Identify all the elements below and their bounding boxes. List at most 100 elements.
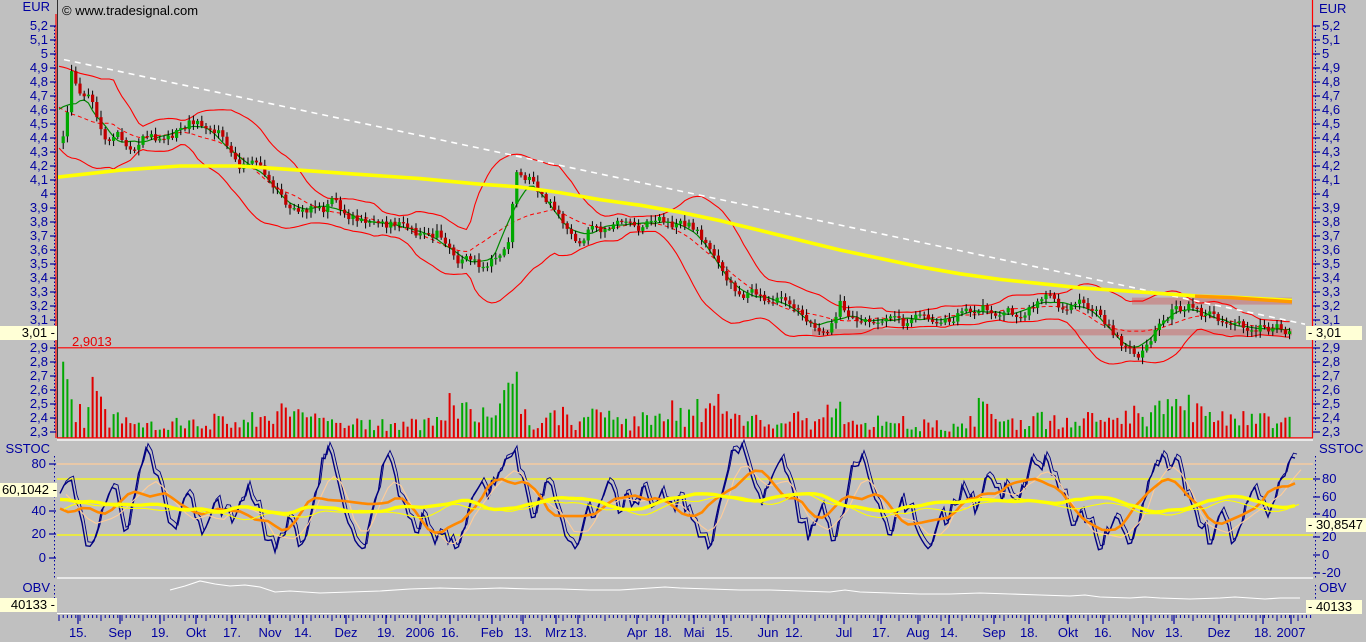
price-tick-label-left: 3,7 <box>0 229 48 243</box>
price-tick-label-left: 4,8 <box>0 75 48 89</box>
yellow-moving-average <box>57 166 1292 300</box>
x-axis-date-label: 13. <box>1158 626 1190 640</box>
x-axis-date-label: Okt <box>1052 626 1084 640</box>
sstoc-tick-label-right: 0 <box>1322 548 1329 562</box>
price-tick-label-left: 4,2 <box>0 159 48 173</box>
obv-value-label-right: - 40133 <box>1306 600 1362 614</box>
price-tick-label-left: 5 <box>0 47 48 61</box>
sstoc-tick-label-right: 40 <box>1322 507 1336 521</box>
price-tick-label-right: 2,8 <box>1322 355 1340 369</box>
price-tick-label-right: 3,1 <box>1322 313 1340 327</box>
x-axis-date-label: Dez <box>1203 626 1235 640</box>
x-axis-date-label: Nov <box>254 626 286 640</box>
chart-canvas[interactable] <box>0 0 1366 642</box>
x-axis-date-label: 12. <box>778 626 810 640</box>
x-axis-date-label: 15. <box>62 626 94 640</box>
copyright-text: © www.tradesignal.com <box>62 4 198 18</box>
price-tick-label-right: 3,8 <box>1322 215 1340 229</box>
x-axis-date-label: 15. <box>708 626 740 640</box>
x-axis-date-label: 18. <box>1013 626 1045 640</box>
x-axis-date-label: Mai <box>678 626 710 640</box>
price-tick-label-right: 3,3 <box>1322 285 1340 299</box>
price-tick-label-left: 2,4 <box>0 411 48 425</box>
x-axis-date-label: Sep <box>978 626 1010 640</box>
price-tick-label-left: 2,3 <box>0 425 48 439</box>
price-tick-label-left: 3,1 <box>0 313 48 327</box>
x-axis-date-label: 19. <box>370 626 402 640</box>
bollinger-upper-band <box>59 66 1290 321</box>
price-tick-label-right: 2,4 <box>1322 411 1340 425</box>
price-tick-label-right: 3,4 <box>1322 271 1340 285</box>
bollinger-middle-band <box>59 107 1290 331</box>
sstoc-tick-label-left: 0 <box>0 551 46 565</box>
sstoc-fast-line-2 <box>62 440 1297 548</box>
price-tick-label-left: 5,2 <box>0 19 48 33</box>
price-tick-label-left: 4,7 <box>0 89 48 103</box>
x-axis-date-label: Feb <box>476 626 508 640</box>
price-tick-label-right: 3,6 <box>1322 243 1340 257</box>
price-tick-label-right: 5,1 <box>1322 33 1340 47</box>
price-tick-label-left: 2,8 <box>0 355 48 369</box>
price-tick-label-right: 2,6 <box>1322 383 1340 397</box>
sstoc-tick-label-right: -20 <box>1322 566 1341 580</box>
price-tick-label-right: 2,7 <box>1322 369 1340 383</box>
price-tick-label-right: 4,6 <box>1322 103 1340 117</box>
x-axis-date-label: 17. <box>865 626 897 640</box>
price-tick-label-left: 2,9 <box>0 341 48 355</box>
price-tick-label-left: 4,6 <box>0 103 48 117</box>
sstoc-tick-label-right: 80 <box>1322 472 1336 486</box>
price-tick-label-left: 5,1 <box>0 33 48 47</box>
price-tick-label-left: 4,3 <box>0 145 48 159</box>
sstoc-tick-label-right: 60 <box>1322 490 1336 504</box>
white-dashed-trendline <box>64 60 1305 325</box>
price-tick-label-left: 4,1 <box>0 173 48 187</box>
x-axis-date-label: 17. <box>216 626 248 640</box>
sstoc-tick-label-left: 40 <box>0 504 46 518</box>
price-tick-label-left: 4 <box>0 187 48 201</box>
price-tick-label-left: 2,5 <box>0 397 48 411</box>
price-tick-label-right: 2,5 <box>1322 397 1340 411</box>
x-axis-date-label: 2007 <box>1275 626 1307 640</box>
price-tick-label-right: 5 <box>1322 47 1329 61</box>
left-axis-currency-label: EUR <box>0 0 50 14</box>
x-axis-date-label: 19. <box>144 626 176 640</box>
price-tick-label-right: 4,1 <box>1322 173 1340 187</box>
x-axis-date-label: Sep <box>104 626 136 640</box>
price-tick-label-right: 4,9 <box>1322 61 1340 75</box>
price-tick-label-left: 3,9 <box>0 201 48 215</box>
price-tick-label-right: 4,8 <box>1322 75 1340 89</box>
price-tick-label-left: 4,5 <box>0 117 48 131</box>
obv-panel-title-right: OBV <box>1319 581 1346 595</box>
price-tick-label-left: 3,6 <box>0 243 48 257</box>
price-tick-label-right: 2,9 <box>1322 341 1340 355</box>
x-axis-date-label: 13. <box>562 626 594 640</box>
price-tick-label-right: 3,5 <box>1322 257 1340 271</box>
price-tick-label-left: 3,5 <box>0 257 48 271</box>
x-axis-date-label: Aug <box>902 626 934 640</box>
obv-panel-title-left: OBV <box>0 581 50 595</box>
right-axis-currency-label: EUR <box>1319 2 1346 16</box>
price-tick-label-right: 4,3 <box>1322 145 1340 159</box>
price-tick-label-left: 4,9 <box>0 61 48 75</box>
price-tick-label-right: 4,7 <box>1322 89 1340 103</box>
price-tick-label-right: 3,7 <box>1322 229 1340 243</box>
price-tick-label-right: 3,9 <box>1322 201 1340 215</box>
x-axis-date-label: Okt <box>180 626 212 640</box>
x-axis-date-label: Nov <box>1127 626 1159 640</box>
obv-line <box>170 581 1300 599</box>
sstoc-tick-label-right: 20 <box>1322 530 1336 544</box>
price-tick-label-left: 2,6 <box>0 383 48 397</box>
price-tick-label-left: 3,3 <box>0 285 48 299</box>
sstoc-panel-title-left: SSTOC <box>0 442 50 456</box>
price-tick-label-left: 3,2 <box>0 299 48 313</box>
price-tick-label-right: 4,5 <box>1322 117 1340 131</box>
price-tick-label-left: 2,7 <box>0 369 48 383</box>
sstoc-tick-label-left: 20 <box>0 527 46 541</box>
obv-value-label-left: 40133 - <box>0 598 57 612</box>
last-price-label-left: 3,01 - <box>0 326 57 340</box>
sstoc-panel-title-right: SSTOC <box>1319 442 1364 456</box>
price-tick-label-right: 4,4 <box>1322 131 1340 145</box>
x-axis-date-label: Jul <box>828 626 860 640</box>
x-axis-date-label: 16. <box>1087 626 1119 640</box>
price-tick-label-right: 4 <box>1322 187 1329 201</box>
